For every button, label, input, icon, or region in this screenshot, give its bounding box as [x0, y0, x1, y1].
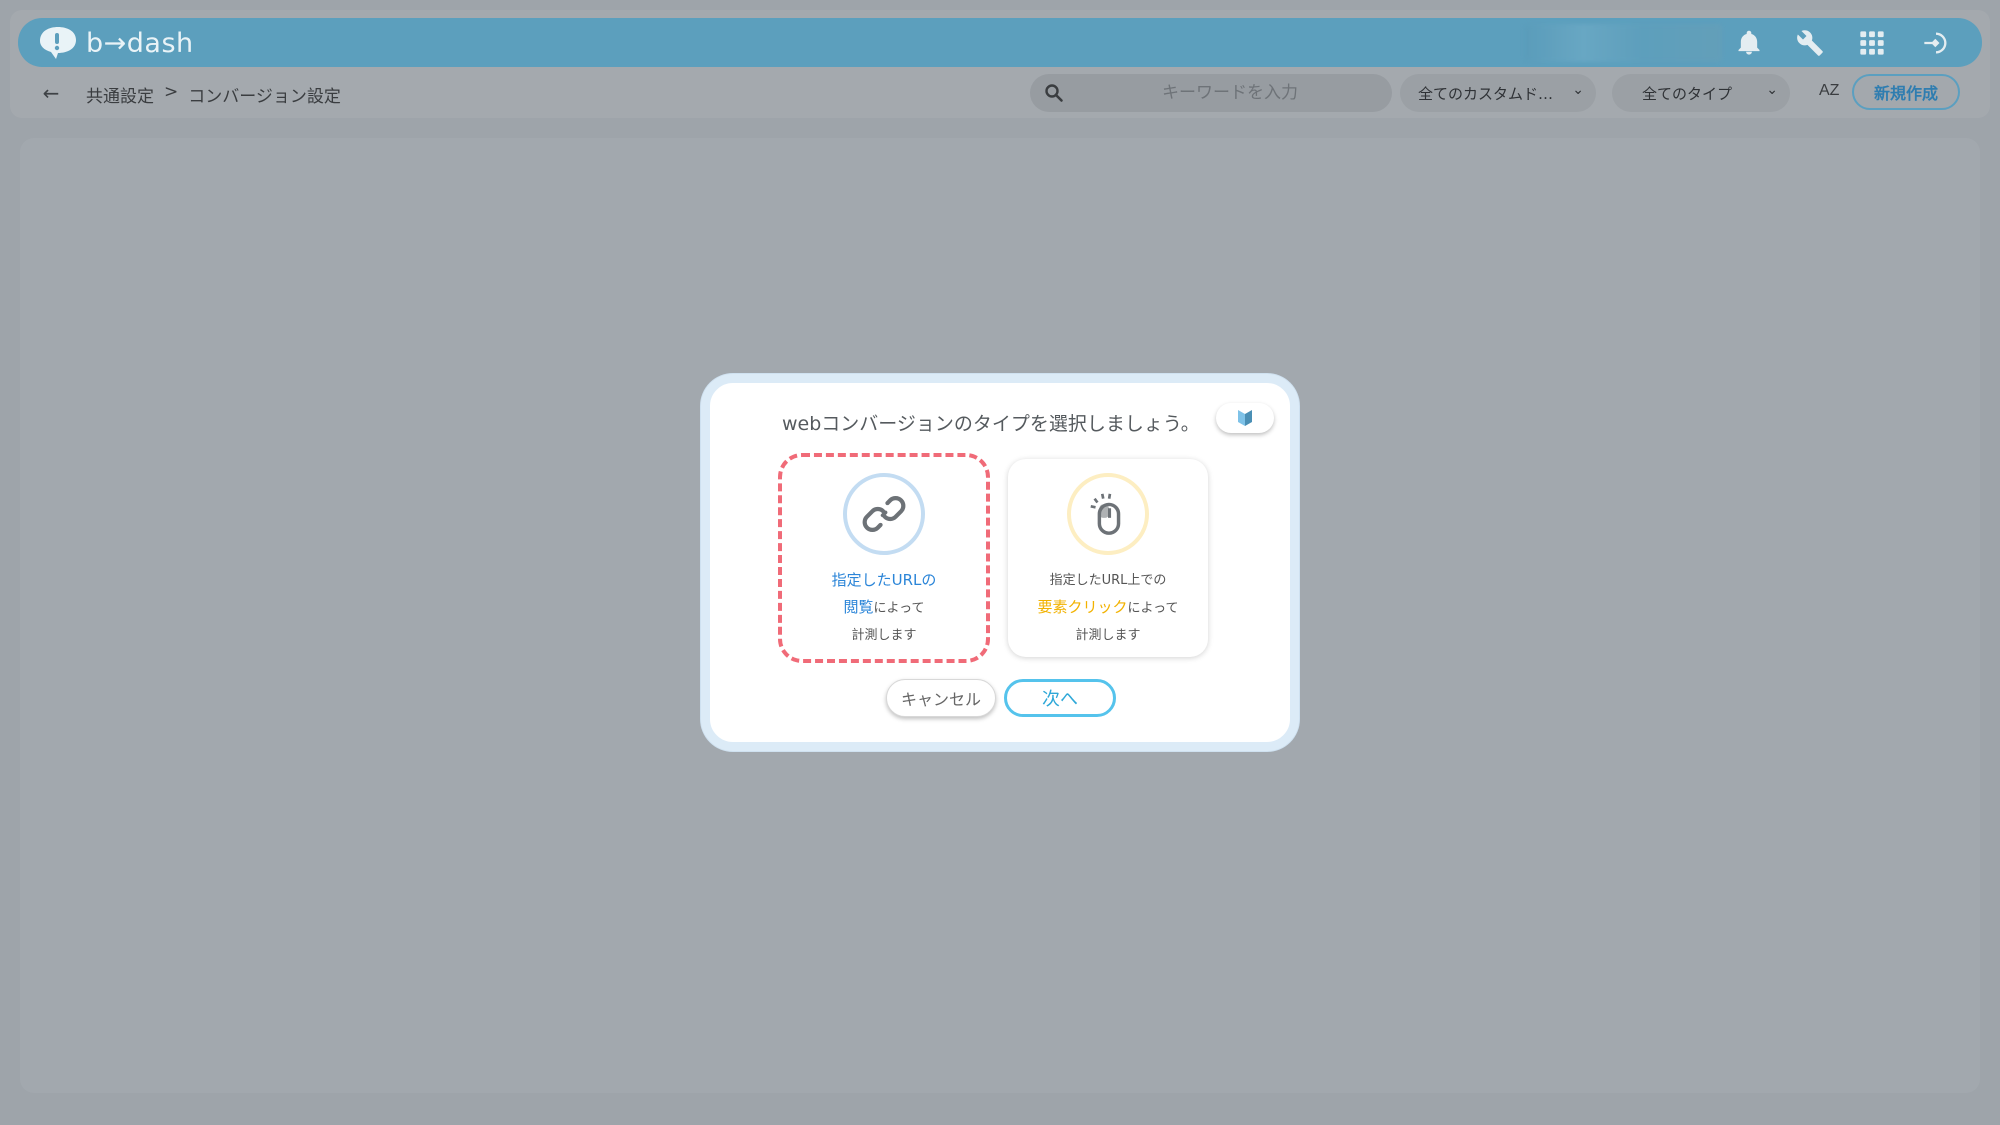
logo-speech-bubble-icon: [40, 27, 76, 59]
wrench-icon[interactable]: [1794, 27, 1826, 59]
card-line-1: 指定したURL上での: [1049, 573, 1167, 588]
card-line-2: 閲覧によって: [784, 594, 984, 622]
bell-icon[interactable]: [1733, 27, 1765, 59]
back-arrow-icon[interactable]: ←: [38, 80, 64, 106]
chevron-down-icon: ⌄: [1766, 82, 1778, 98]
top-navigation-bar: b→dash: [18, 18, 1982, 67]
card-line-2-rest: によって: [873, 601, 925, 616]
user-name-blurred: [1524, 24, 1722, 62]
cancel-button[interactable]: キャンセル: [886, 679, 996, 717]
sign-in-icon[interactable]: [1920, 27, 1952, 59]
card-highlight: 閲覧: [843, 598, 874, 616]
custom-domain-filter-select[interactable]: 全てのカスタムド… ⌄: [1400, 74, 1596, 112]
conversion-type-card-element-click[interactable]: 指定したURL上での 要素クリックによって 計測します: [1008, 459, 1208, 657]
sort-az-icon[interactable]: AZ: [1819, 82, 1839, 100]
custom-domain-filter-value: 全てのカスタムド…: [1418, 84, 1554, 103]
beginner-mark-icon: [1238, 410, 1252, 426]
modal-title: webコンバージョンのタイプを選択しましょう。: [782, 413, 1200, 435]
new-create-button[interactable]: 新規作成: [1852, 74, 1960, 110]
mouse-click-icon: [1090, 493, 1121, 535]
card-line-2-rest: によって: [1127, 601, 1179, 616]
conversion-type-modal: webコンバージョンのタイプを選択しましょう。 指定したURLの 閲覧によって …: [701, 374, 1299, 751]
breadcrumb: 共通設定 > コンバージョン設定: [86, 82, 341, 107]
link-icon: [862, 496, 906, 532]
sub-toolbar: ← 共通設定 > コンバージョン設定 全てのカスタムド… ⌄ 全てのタイプ ⌄ …: [18, 72, 1982, 114]
card-description: 指定したURLの 閲覧によって 計測します: [784, 567, 984, 649]
card-icon-circle: [1067, 473, 1149, 555]
breadcrumb-separator: >: [164, 82, 179, 102]
next-button[interactable]: 次へ: [1004, 679, 1116, 717]
card-description: 指定したURL上での 要素クリックによって 計測します: [1008, 567, 1208, 649]
card-icon-circle: [843, 473, 925, 555]
logo-text: b→dash: [86, 27, 194, 59]
type-filter-select[interactable]: 全てのタイプ ⌄: [1612, 74, 1790, 112]
breadcrumb-item-conversion-settings: コンバージョン設定: [188, 87, 341, 107]
search-box: [1030, 74, 1392, 112]
grid-icon[interactable]: [1856, 27, 1888, 59]
breadcrumb-item-common-settings[interactable]: 共通設定: [86, 82, 154, 107]
type-filter-value: 全てのタイプ: [1642, 84, 1733, 103]
card-highlight: 要素クリック: [1037, 598, 1128, 616]
card-line-1: 指定したURLの: [831, 571, 937, 589]
beginner-help-button[interactable]: [1216, 403, 1274, 433]
conversion-type-card-url-view[interactable]: 指定したURLの 閲覧によって 計測します: [778, 453, 990, 663]
search-input[interactable]: [1080, 78, 1380, 108]
card-line-3: 計測します: [851, 628, 917, 643]
search-icon: [1045, 84, 1063, 102]
card-line-3: 計測します: [1075, 628, 1141, 643]
app-logo[interactable]: b→dash: [36, 23, 194, 63]
card-line-2: 要素クリックによって: [1008, 594, 1208, 622]
chevron-down-icon: ⌄: [1572, 82, 1584, 98]
